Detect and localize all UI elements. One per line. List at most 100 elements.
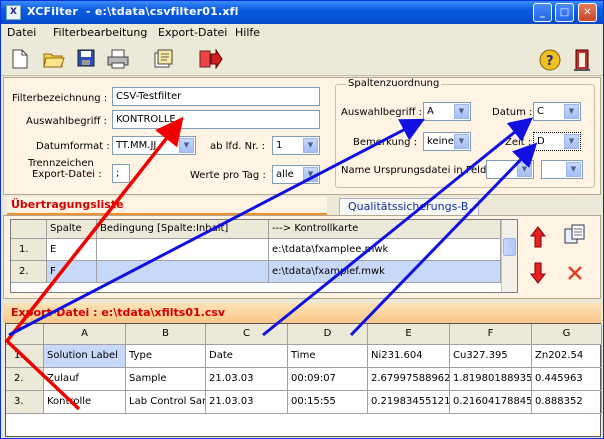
minimize-button[interactable]: _: [533, 3, 552, 22]
column-header-g[interactable]: G: [532, 324, 602, 345]
table-cell[interactable]: Date: [206, 345, 288, 368]
ab-lfd-nr-value: 1: [276, 140, 283, 151]
filterbezeichnung-field[interactable]: CSV-Testfilter: [112, 87, 320, 106]
ab-lfd-nr-select[interactable]: 1 ▼: [272, 136, 320, 155]
svg-text:?: ?: [546, 54, 554, 69]
chevron-down-icon[interactable]: ▼: [564, 134, 579, 149]
table-cell[interactable]: 21.03.03: [206, 368, 288, 391]
tab-strip: Übertragungsliste Qualitätssicherungs-B.: [3, 197, 601, 215]
scrollbar-thumb[interactable]: [503, 238, 516, 256]
run-export-icon[interactable]: [199, 48, 223, 71]
table-cell[interactable]: Lab Control Sam: [126, 391, 206, 414]
move-up-icon[interactable]: [529, 226, 547, 248]
bemerkung-label: Bemerkung :: [353, 137, 418, 148]
table-cell[interactable]: e:\tdata\fxamplef.mwk: [269, 261, 501, 283]
table-cell[interactable]: Zn202.54: [532, 345, 602, 368]
vertical-scrollbar[interactable]: [501, 220, 517, 292]
trennzeichen-field[interactable]: ;: [112, 164, 130, 183]
table-cell[interactable]: Solution Label: [44, 345, 126, 368]
table-cell[interactable]: 2.679975889623: [368, 368, 450, 391]
table-cell[interactable]: F: [47, 261, 97, 283]
trennzeichen-label: Trennzeichen: [28, 158, 94, 169]
chevron-down-icon[interactable]: ▼: [564, 104, 579, 119]
menu-filterbearbeitung[interactable]: Filterbearbeitung: [53, 26, 147, 39]
app-icon: X: [6, 5, 21, 20]
ursprungsdatei-select-2[interactable]: ▼: [541, 160, 583, 179]
table-header-cell: [6, 324, 44, 345]
spaltenzuordnung-title: Spaltenzuordnung: [346, 78, 442, 89]
chevron-down-icon[interactable]: ▼: [454, 104, 469, 119]
move-down-icon[interactable]: [529, 262, 547, 284]
print-icon[interactable]: [107, 49, 129, 71]
spalten-auswahlbegriff-value: A: [427, 106, 434, 117]
tab-uebertragungsliste[interactable]: Übertragungsliste: [7, 197, 327, 215]
datum-select[interactable]: C ▼: [533, 102, 581, 121]
table-cell[interactable]: 1.819801889359: [450, 368, 532, 391]
row-number: 1.: [6, 345, 44, 368]
chevron-down-icon[interactable]: ▼: [179, 138, 194, 153]
menu-hilfe[interactable]: Hilfe: [235, 26, 260, 39]
help-icon[interactable]: ?: [539, 49, 561, 71]
row-number: 3.: [6, 391, 44, 414]
column-header-c[interactable]: C: [206, 324, 288, 345]
export-datei-header: Export-Datei : e:\tdata\xfilts01.csv: [3, 303, 601, 323]
table-cell[interactable]: Type: [126, 345, 206, 368]
spalten-auswahlbegriff-select[interactable]: A ▼: [423, 102, 471, 121]
table-cell[interactable]: 0.445963: [532, 368, 602, 391]
menu-datei[interactable]: Datei: [7, 26, 36, 39]
table-cell[interactable]: 00:09:07: [288, 368, 368, 391]
open-folder-icon[interactable]: [43, 49, 65, 71]
column-header-a[interactable]: A: [44, 324, 126, 345]
table-cell[interactable]: E: [47, 239, 97, 261]
table-cell[interactable]: [97, 239, 269, 261]
datumformat-select[interactable]: TT.MM.JJ ▼: [112, 136, 196, 155]
close-button[interactable]: ✕: [578, 3, 597, 22]
table-cell[interactable]: Zulauf: [44, 368, 126, 391]
bemerkung-select[interactable]: keine ▼: [423, 132, 471, 151]
save-icon[interactable]: [75, 49, 97, 71]
table-cell[interactable]: 00:15:55: [288, 391, 368, 414]
copy-table-icon[interactable]: [564, 224, 586, 246]
export-preview-table: A B C D E F G 1. Solution Label Type Dat…: [5, 323, 602, 437]
auswahlbegriff-field[interactable]: KONTROLLE: [112, 110, 320, 129]
werte-pro-tag-select[interactable]: alle ▼: [272, 165, 320, 184]
uebertragungsliste-table: Spalte Bedingung [Spalte:Inhalt] ---> Ko…: [10, 219, 518, 293]
table-cell[interactable]: Sample: [126, 368, 206, 391]
title-bar[interactable]: X XCFilter - e:\tdata\csvfilter01.xfl _ …: [1, 1, 603, 24]
delete-row-icon[interactable]: [566, 264, 584, 282]
export-datei-title: Export-Datei : e:\tdata\xfilts01.csv: [11, 306, 226, 319]
column-header-e[interactable]: E: [368, 324, 450, 345]
table-cell[interactable]: Kontrolle: [44, 391, 126, 414]
table-cell[interactable]: 0.219834551215: [368, 391, 450, 414]
table-cell[interactable]: Ni231.604: [368, 345, 450, 368]
export-icon[interactable]: [153, 49, 175, 71]
column-header-b[interactable]: B: [126, 324, 206, 345]
chevron-down-icon[interactable]: ▼: [566, 162, 581, 177]
maximize-button[interactable]: □: [555, 3, 574, 22]
new-doc-icon[interactable]: [9, 49, 31, 71]
table-cell[interactable]: Time: [288, 345, 368, 368]
chevron-down-icon[interactable]: ▼: [303, 138, 318, 153]
tab-qualitaetssicherung[interactable]: Qualitätssicherungs-B.: [339, 198, 479, 215]
zeit-select[interactable]: D ▼: [533, 132, 581, 151]
exit-door-icon[interactable]: [571, 49, 593, 71]
table-cell[interactable]: 21.03.03: [206, 391, 288, 414]
filter-settings-panel: Filterbezeichnung : CSV-Testfilter Auswa…: [3, 77, 601, 195]
menu-export-datei[interactable]: Export-Datei: [158, 26, 227, 39]
ursprungsdatei-select-1[interactable]: ▼: [486, 160, 534, 179]
row-number: 1.: [11, 239, 47, 261]
table-cell[interactable]: e:\tdata\fxamplee.mwk: [269, 239, 501, 261]
chevron-down-icon[interactable]: ▼: [517, 162, 532, 177]
spalten-auswahlbegriff-label: Auswahlbegriff :: [341, 107, 422, 118]
table-cell[interactable]: 0.888352: [532, 391, 602, 414]
datumformat-value: TT.MM.JJ: [116, 140, 157, 151]
table-cell[interactable]: 0.216041788458: [450, 391, 532, 414]
column-header-d[interactable]: D: [288, 324, 368, 345]
chevron-down-icon[interactable]: ▼: [454, 134, 469, 149]
table-cell[interactable]: Cu327.395: [450, 345, 532, 368]
werte-pro-tag-label: Werte pro Tag :: [190, 170, 266, 181]
column-header-f[interactable]: F: [450, 324, 532, 345]
chevron-down-icon[interactable]: ▼: [303, 167, 318, 182]
ursprungsdatei-label: Name Ursprungsdatei in Feld :: [341, 165, 493, 176]
table-cell[interactable]: [97, 261, 269, 283]
